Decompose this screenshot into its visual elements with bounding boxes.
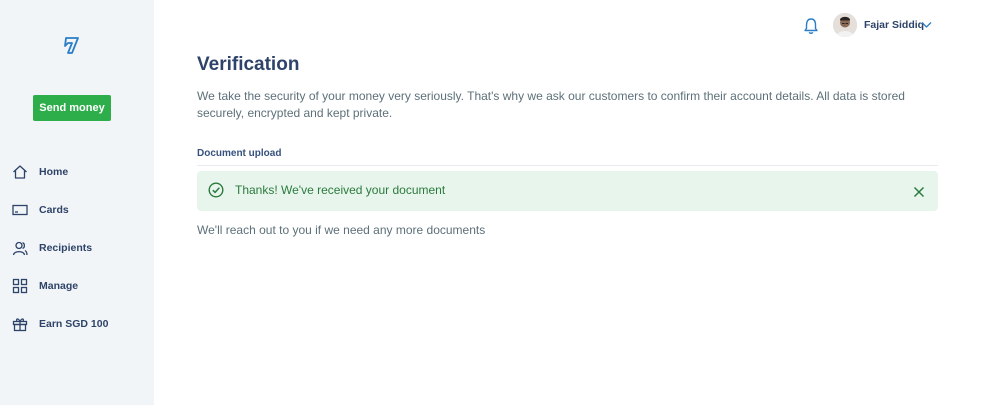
chevron-down-icon[interactable] xyxy=(921,21,932,29)
gift-icon xyxy=(12,316,28,332)
divider xyxy=(197,165,938,166)
section-label: Document upload xyxy=(197,148,282,159)
intro-text: We take the security of your money very … xyxy=(197,89,905,120)
user-name[interactable]: Fajar Siddiq xyxy=(864,19,924,31)
sidebar: Send money Home Cards Recipients Manage xyxy=(0,0,154,405)
alert-message: Thanks! We've received your document xyxy=(235,183,446,197)
avatar[interactable] xyxy=(833,13,857,37)
sidebar-item-label: Cards xyxy=(39,204,69,216)
sidebar-item-earn[interactable]: Earn SGD 100 xyxy=(0,305,154,343)
page-title: Verification xyxy=(197,54,300,75)
sidebar-item-label: Recipients xyxy=(39,242,93,254)
wise-flag-logo[interactable] xyxy=(62,35,80,55)
sidebar-item-home[interactable]: Home xyxy=(0,153,154,191)
sidebar-item-label: Home xyxy=(39,166,69,178)
home-icon xyxy=(12,164,28,180)
sidebar-item-label: Earn SGD 100 xyxy=(39,318,109,330)
sidebar-item-manage[interactable]: Manage xyxy=(0,267,154,305)
sidebar-nav: Home Cards Recipients Manage Earn SGD 10… xyxy=(0,153,154,343)
sidebar-item-label: Manage xyxy=(39,280,79,292)
bell-icon[interactable] xyxy=(803,17,819,35)
card-icon xyxy=(12,202,28,218)
close-icon[interactable] xyxy=(913,186,925,198)
send-money-button[interactable]: Send money xyxy=(33,95,111,121)
followup-text: We'll reach out to you if we need any mo… xyxy=(197,223,486,237)
success-alert: Thanks! We've received your document xyxy=(197,171,938,211)
recipients-icon xyxy=(12,240,28,256)
check-circle-icon xyxy=(208,182,224,198)
sidebar-item-cards[interactable]: Cards xyxy=(0,191,154,229)
sidebar-item-recipients[interactable]: Recipients xyxy=(0,229,154,267)
grid-icon xyxy=(12,278,28,294)
